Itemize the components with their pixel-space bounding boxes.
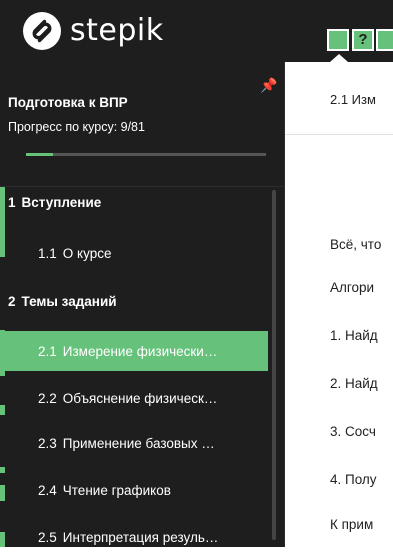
lesson-number: 2.5 [38,529,57,545]
lesson-title: 2.1 Изм [330,92,376,107]
lesson-label: Объяснение физическ… [62,390,218,406]
lesson-text-line: Всё, что [330,237,382,252]
lesson-text-line: 2. Найд [330,376,378,391]
lesson-number: 2.4 [38,482,57,498]
sidebar-lesson-item[interactable]: 2.4 Чтение графиков [0,470,268,510]
sidebar-scrollbar[interactable] [272,190,276,540]
section-title: Темы заданий [21,293,117,309]
step-indicator-next[interactable] [376,29,393,51]
lesson-label: Применение базовых … [62,435,215,451]
section-number: 2 [8,293,16,309]
course-progress-bar [26,153,266,156]
lesson-progress-marker [0,467,5,473]
lesson-number: 2.2 [38,390,57,406]
section-number: 1 [8,194,16,210]
course-title[interactable]: Подготовка к ВПР [8,95,128,110]
sidebar-lesson-item[interactable]: 2.2 Объяснение физическ… [0,378,268,418]
stepik-logo[interactable]: stepik [22,11,164,51]
current-step-caret [330,54,348,62]
pin-icon[interactable]: 📌 [260,77,277,94]
lesson-text-line: 1. Найд [330,328,378,343]
lesson-label: О курсе [62,245,112,261]
course-sidebar: 📌 Подготовка к ВПР Прогресс по курсу: 9/… [0,62,285,547]
lesson-label: Интерпретация резуль… [62,529,219,545]
sidebar-lesson-item[interactable]: 1.1 О курсе [0,233,268,273]
lesson-progress-marker [0,485,5,501]
logo-text: stepik [70,13,164,48]
lesson-number: 2.3 [38,435,57,451]
sidebar-lesson-item[interactable]: 2.5 Интерпретация резуль… [0,517,268,557]
lesson-progress-marker [0,405,5,415]
lesson-label: Измерение физически… [62,343,218,359]
course-progress-fill [26,153,53,156]
lesson-progress-marker [0,330,5,376]
course-progress-label: Прогресс по курсу: 9/81 [8,120,145,134]
top-bar: stepik ? [0,0,393,62]
lesson-header: 2.1 Изм [285,62,393,135]
section-title: Вступление [21,194,102,210]
sidebar-lesson-item[interactable]: 2.1 Измерение физически… [0,331,268,371]
lesson-text-line: 3. Сосч [330,424,376,439]
lesson-progress-marker [0,187,5,257]
step-indicator-text[interactable] [327,29,349,51]
step-indicator-quiz[interactable]: ? [352,29,374,51]
lesson-text-line: Алгори [330,280,375,295]
sidebar-section[interactable]: 1 Вступление [0,182,268,222]
sidebar-section[interactable]: 2 Темы заданий [0,281,268,321]
lesson-number: 1.1 [38,245,57,261]
lesson-number: 2.1 [38,343,57,359]
lesson-text-line: К прим [330,517,374,532]
stepik-logo-icon [23,12,61,50]
sidebar-lesson-item[interactable]: 2.3 Применение базовых … [0,423,268,463]
lesson-progress-marker [0,532,5,547]
lesson-text-line: 4. Полу [330,472,377,487]
lesson-label: Чтение графиков [62,482,171,498]
